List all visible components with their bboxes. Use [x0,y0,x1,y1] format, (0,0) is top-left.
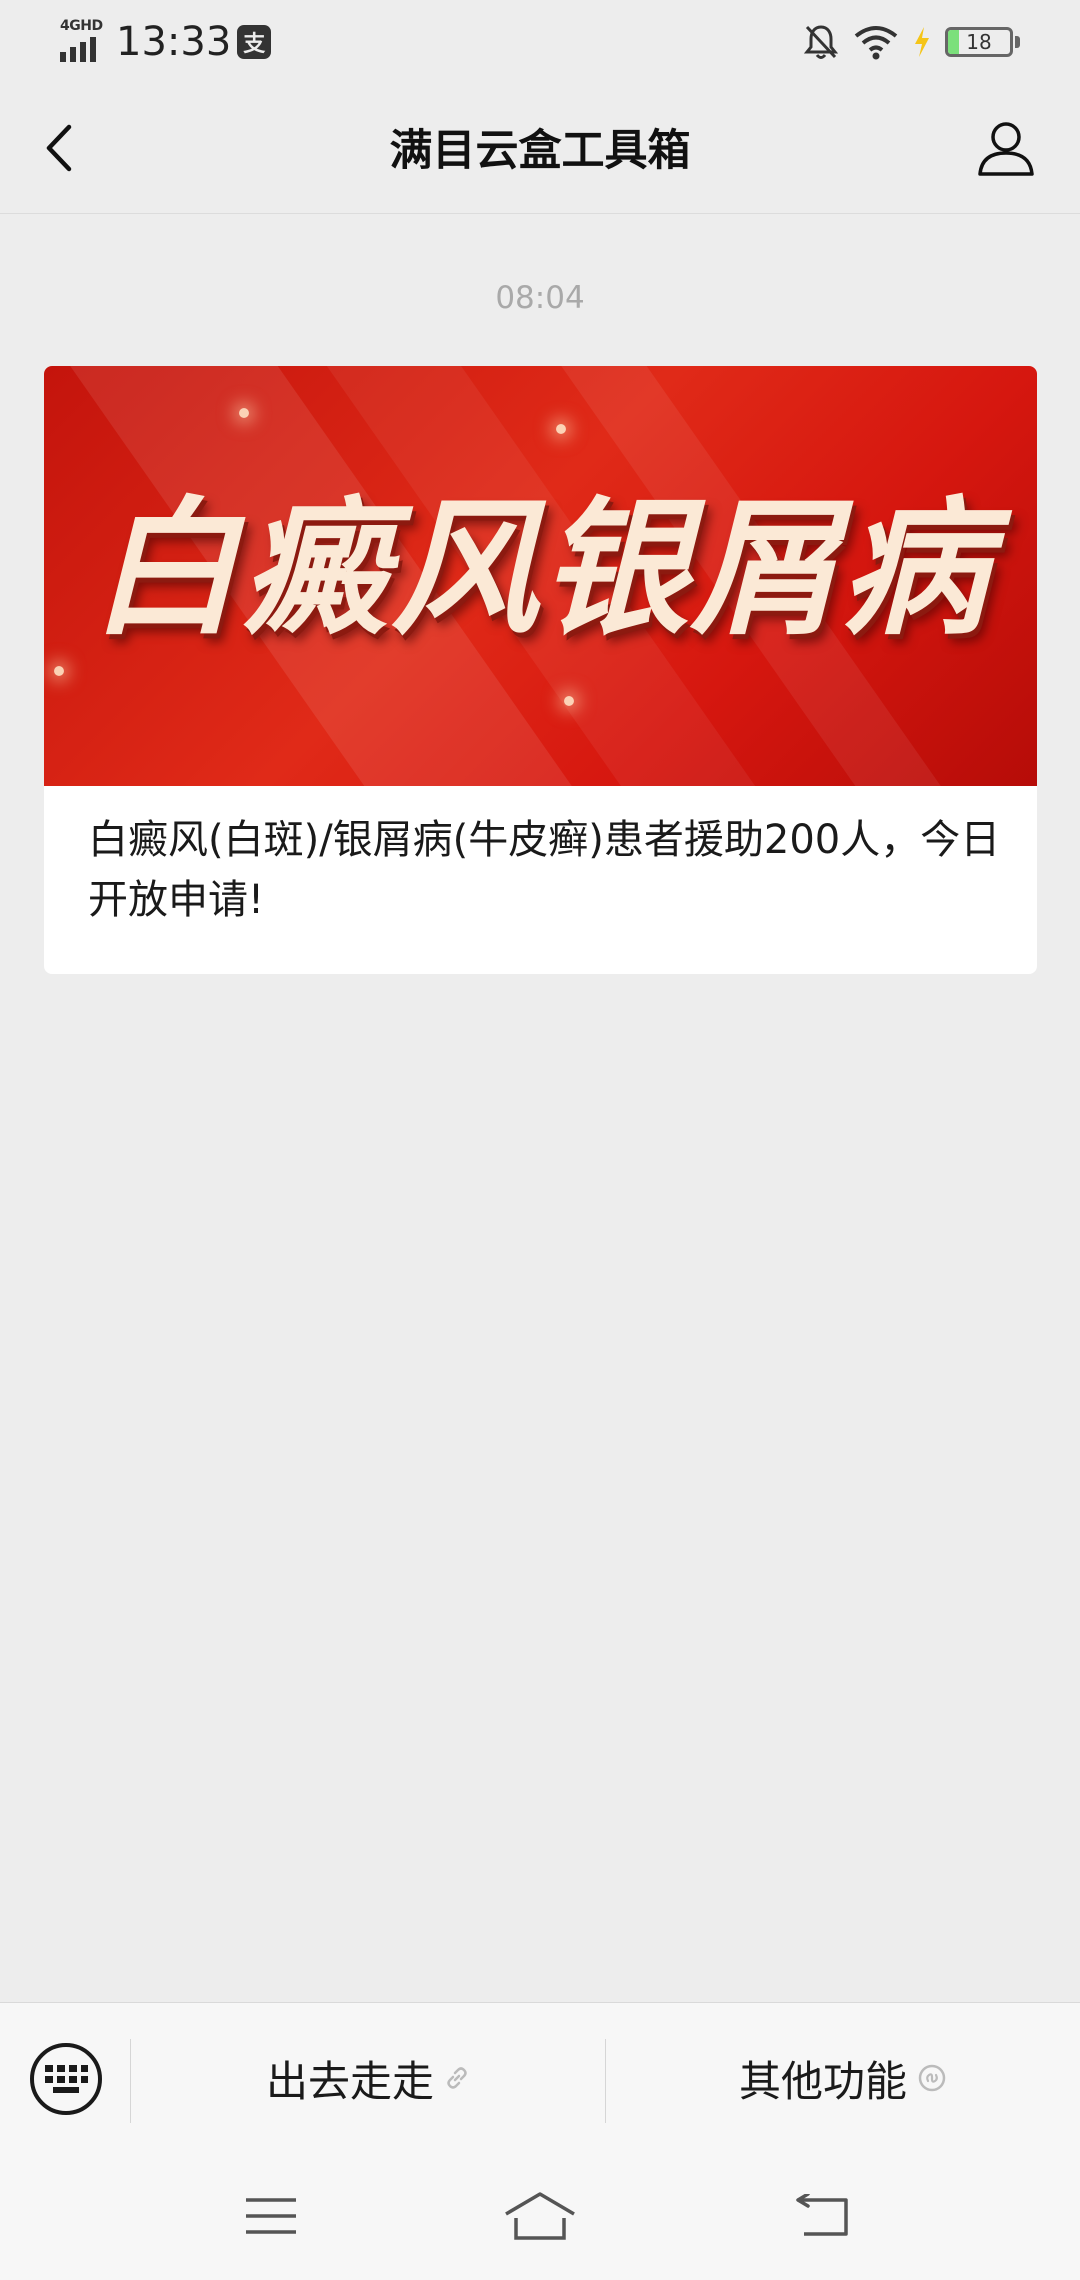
charging-icon [915,27,929,57]
page-title: 满目云盒工具箱 [389,126,691,176]
menu-item-other-functions[interactable]: 其他功能 [606,2003,1080,2153]
menu-item-label: 出去走走 [265,2056,434,2106]
signal-indicator: 4GHD [58,18,108,64]
wifi-icon [854,26,898,60]
battery-fill [948,30,960,54]
banner-sparkle [54,666,64,676]
article-title[interactable]: 白癜风(白斑)/银屑病(牛皮癣)患者援助200人，今日开放申请! [88,810,1008,930]
network-type-label: 4GHD [60,18,103,34]
message-timestamp: 08:04 [495,280,585,316]
recent-apps-button[interactable] [231,2186,311,2246]
home-button[interactable] [500,2186,580,2246]
status-right: 18 [803,20,1020,64]
menu-item-go-out[interactable]: 出去走走 [131,2003,605,2153]
mute-bell-icon [803,25,839,59]
battery-icon: 18 [945,27,1013,57]
bottom-menu: 出去走走 其他功能 [0,2002,1080,2152]
mini-program-icon [917,2063,947,2093]
user-icon [978,122,1034,176]
home-icon [505,2192,575,2240]
banner-sparkle [564,696,574,706]
banner-sparkle [556,424,566,434]
menu-item-label: 其他功能 [738,2056,907,2106]
battery-level: 18 [966,30,992,54]
back-arrow-icon [796,2194,848,2236]
link-icon [444,2065,470,2091]
banner-sparkle [239,408,249,418]
banner-headline: 白癜风银屑病 [90,483,991,655]
signal-bars-icon [60,37,96,62]
nav-bar: 满目云盒工具箱 [0,82,1080,214]
menu-lines-icon [246,2198,296,2234]
keyboard-icon [45,2065,88,2093]
battery-nub [1015,36,1020,48]
profile-button[interactable] [972,114,1040,182]
article-banner[interactable]: 白癜风银屑病 [44,366,1037,786]
status-left: 4GHD 13:33 支 [58,16,272,68]
system-nav-bar [0,2152,1080,2280]
back-system-button[interactable] [782,2186,862,2246]
article-card[interactable]: 白癜风银屑病 白癜风(白斑)/银屑病(牛皮癣)患者援助200人，今日开放申请! [44,366,1037,974]
keyboard-toggle-button[interactable] [30,2043,102,2115]
status-bar: 4GHD 13:33 支 18 [0,0,1080,82]
alipay-icon: 支 [237,25,272,59]
clock: 13:33 [116,19,232,65]
